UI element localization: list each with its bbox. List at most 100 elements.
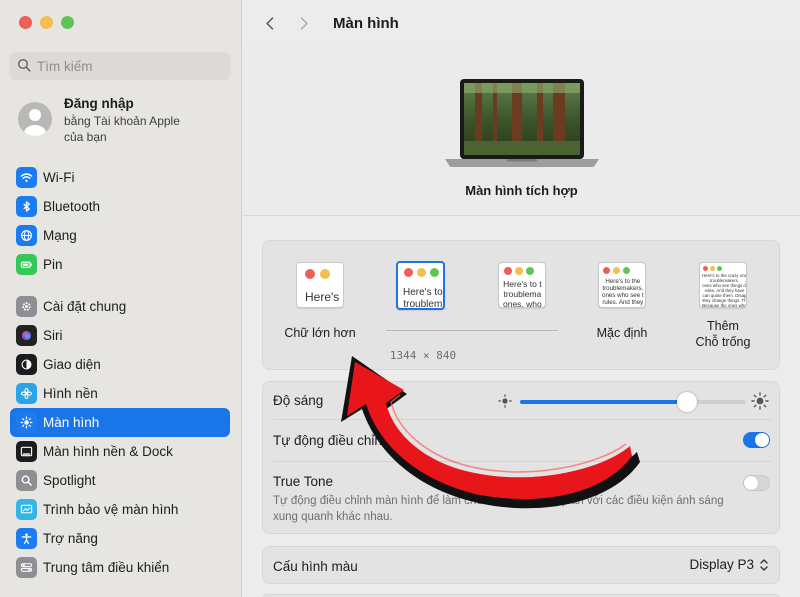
resolution-label-more-space: Thêm Chỗ trống	[695, 319, 751, 349]
brightness-row: Độ sáng	[263, 382, 781, 419]
sidebar-item-appearance[interactable]: Giao diện	[10, 350, 230, 379]
sidebar-item-desktop-dock[interactable]: Màn hình nền & Dock	[10, 437, 230, 466]
resolution-option-more-space[interactable]: Here's to the crazy one troublemakers. o…	[699, 262, 747, 308]
chevron-updown-icon	[760, 558, 768, 571]
true-tone-label: True Tone	[273, 474, 334, 489]
spotlight-icon	[16, 470, 37, 491]
toolbar: Màn hình	[243, 0, 800, 46]
search-input[interactable]	[37, 58, 217, 74]
sidebar-item-label: Wi-Fi	[43, 170, 75, 185]
sun-small-icon	[498, 394, 512, 408]
page-title: Màn hình	[333, 14, 399, 32]
color-profile-row: Cấu hình màu Display P3	[263, 547, 781, 585]
brightness-knob[interactable]	[677, 392, 698, 412]
preview-text: Here's to the crazy one troublemakers. o…	[702, 273, 747, 308]
sun-large-icon	[751, 392, 769, 410]
resolution-option-2[interactable]: Here's to troublem	[396, 261, 445, 310]
sidebar-item-label: Hình nền	[43, 386, 98, 401]
true-tone-description: Tự động điều chỉnh màn hình để làm cho m…	[273, 495, 724, 523]
account-signin[interactable]: Đăng nhập bằng Tài khoản Apple của bạn	[18, 96, 194, 145]
chevron-left-icon	[266, 16, 274, 30]
appearance-icon	[16, 354, 37, 375]
sidebar-item-label: Trình bảo vệ màn hình	[43, 502, 179, 517]
window-controls	[19, 16, 74, 29]
auto-brightness-row: Tự động điều chỉnh	[263, 420, 781, 461]
screensaver-icon	[16, 499, 37, 520]
resolution-preview: Here's	[296, 262, 344, 308]
color-profile-panel: Cấu hình màu Display P3	[262, 546, 780, 584]
brightness-label: Độ sáng	[273, 393, 324, 408]
control-center-icon	[16, 557, 37, 578]
resolution-panel: Here's Chữ lớn hơn Here's to troublem He…	[262, 240, 780, 370]
sidebar-item-displays[interactable]: Màn hình	[10, 408, 230, 437]
resolution-track	[386, 330, 558, 331]
zoom-window-button[interactable]	[61, 16, 74, 29]
color-profile-label: Cấu hình màu	[273, 558, 358, 574]
globe-icon	[16, 225, 37, 246]
sidebar-item-battery[interactable]: Pin	[10, 250, 230, 279]
sidebar-item-label: Màn hình	[43, 415, 100, 430]
nav-group-system: Cài đặt chung Siri Giao diện Hình nền Mà…	[10, 292, 230, 582]
close-window-button[interactable]	[19, 16, 32, 29]
preview-text: Here's to t troublema ones, who	[503, 279, 542, 308]
chevron-right-icon	[300, 16, 308, 30]
display-name-label: Màn hình tích hợp	[465, 183, 578, 198]
account-subtitle: bằng Tài khoản Apple của bạn	[64, 114, 180, 144]
forward-button[interactable]	[289, 8, 319, 38]
display-icon	[16, 412, 37, 433]
avatar	[18, 102, 52, 136]
sidebar-item-label: Mạng	[43, 228, 77, 243]
sidebar-item-label: Trung tâm điều khiển	[43, 560, 170, 575]
resolution-preview: Here's to t troublema ones, who	[498, 262, 546, 308]
back-button[interactable]	[255, 8, 285, 38]
resolution-label-default: Mặc định	[596, 326, 648, 340]
true-tone-toggle[interactable]	[743, 475, 770, 491]
resolution-option-default[interactable]: Here's to the troublemakers. ones who se…	[598, 262, 646, 308]
gear-icon	[16, 296, 37, 317]
sidebar-item-label: Siri	[43, 328, 63, 343]
preview-text: Here's to troublem	[403, 287, 443, 310]
sidebar-item-wifi[interactable]: Wi-Fi	[10, 163, 230, 192]
true-tone-row: True Tone Tự động điều chỉnh màn hình để…	[263, 462, 781, 534]
sidebar-item-screensaver[interactable]: Trình bảo vệ màn hình	[10, 495, 230, 524]
sidebar-item-wallpaper[interactable]: Hình nền	[10, 379, 230, 408]
search-field[interactable]	[9, 52, 231, 80]
resolution-option-3[interactable]: Here's to t troublema ones, who	[498, 262, 546, 308]
brightness-slider[interactable]	[520, 392, 746, 412]
display-preview-area: Màn hình tích hợp	[243, 46, 800, 216]
search-icon	[17, 58, 31, 75]
auto-brightness-toggle[interactable]	[743, 432, 770, 448]
accessibility-icon	[16, 528, 37, 549]
minimize-window-button[interactable]	[40, 16, 53, 29]
brightness-panel: Độ sáng Tự động điều chỉnh True Tone Tự …	[262, 381, 780, 534]
sidebar-item-siri[interactable]: Siri	[10, 321, 230, 350]
sidebar-item-label: Màn hình nền & Dock	[43, 444, 173, 459]
sidebar-item-control-center[interactable]: Trung tâm điều khiển	[10, 553, 230, 582]
preview-text: Here's	[305, 290, 340, 304]
dock-icon	[16, 441, 37, 462]
sidebar-item-network[interactable]: Mạng	[10, 221, 230, 250]
sidebar-item-label: Trợ năng	[43, 531, 98, 546]
resolution-option-larger-text[interactable]: Here's	[296, 262, 344, 308]
main-content: Màn hình Màn hình tích hợp Here's Chữ lớ…	[243, 0, 800, 597]
color-profile-value: Display P3	[689, 557, 754, 572]
sidebar-item-accessibility[interactable]: Trợ năng	[10, 524, 230, 553]
sidebar: Đăng nhập bằng Tài khoản Apple của bạn W…	[0, 0, 242, 597]
nav-group-network: Wi-Fi Bluetooth Mạng Pin	[10, 163, 230, 279]
wifi-icon	[16, 167, 37, 188]
brightness-fill	[520, 400, 688, 404]
battery-icon	[16, 254, 37, 275]
resolution-preview: Here's to the crazy one troublemakers. o…	[699, 262, 747, 308]
sidebar-item-label: Cài đặt chung	[43, 299, 127, 314]
resolution-preview-selected: Here's to troublem	[396, 261, 445, 310]
siri-icon	[16, 325, 37, 346]
sidebar-item-general[interactable]: Cài đặt chung	[10, 292, 230, 321]
color-profile-select[interactable]: Display P3	[689, 557, 769, 572]
sidebar-item-spotlight[interactable]: Spotlight	[10, 466, 230, 495]
sidebar-item-label: Bluetooth	[43, 199, 101, 214]
resolution-label-larger-text: Chữ lớn hơn	[284, 326, 356, 340]
sidebar-item-bluetooth[interactable]: Bluetooth	[10, 192, 230, 221]
wallpaper-icon	[16, 383, 37, 404]
sidebar-item-label: Spotlight	[43, 473, 96, 488]
laptop-icon[interactable]	[445, 79, 599, 169]
